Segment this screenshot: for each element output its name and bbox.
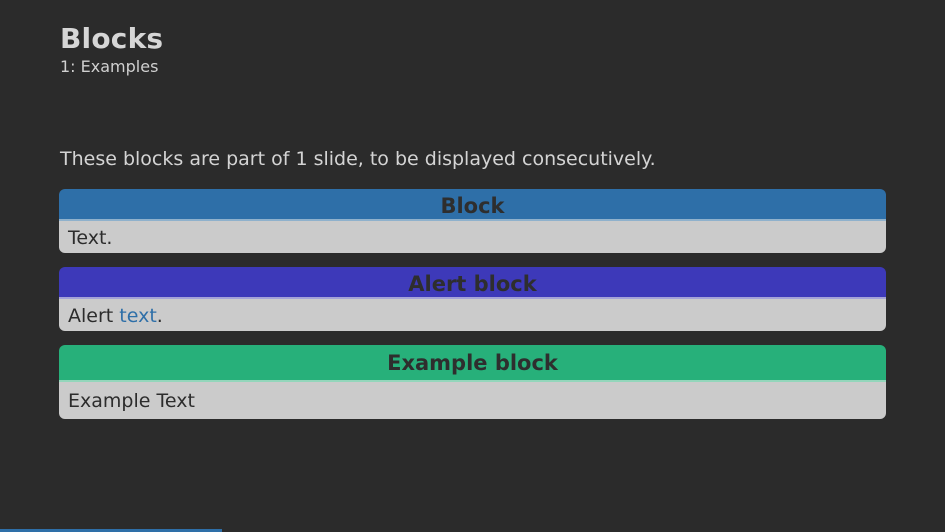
alert-block-body: Alert text. xyxy=(59,299,886,331)
alert-text-link[interactable]: text xyxy=(119,305,157,327)
alert-body-suffix: . xyxy=(156,305,163,327)
example-block-title: Example block xyxy=(59,345,886,382)
example-block-body: Example Text xyxy=(59,382,886,419)
intro-text: These blocks are part of 1 slide, to be … xyxy=(60,148,656,170)
block-body: Text. xyxy=(59,221,886,253)
block-title: Block xyxy=(59,189,886,221)
frame-title: Blocks xyxy=(60,22,164,55)
alert-block: Alert block Alert text. xyxy=(59,267,886,331)
example-block: Example block Example Text xyxy=(59,345,886,419)
standard-block: Block Text. xyxy=(59,189,886,253)
alert-body-prefix: Alert xyxy=(68,305,120,327)
alert-block-title: Alert block xyxy=(59,267,886,299)
frame-subtitle: 1: Examples xyxy=(60,57,159,76)
